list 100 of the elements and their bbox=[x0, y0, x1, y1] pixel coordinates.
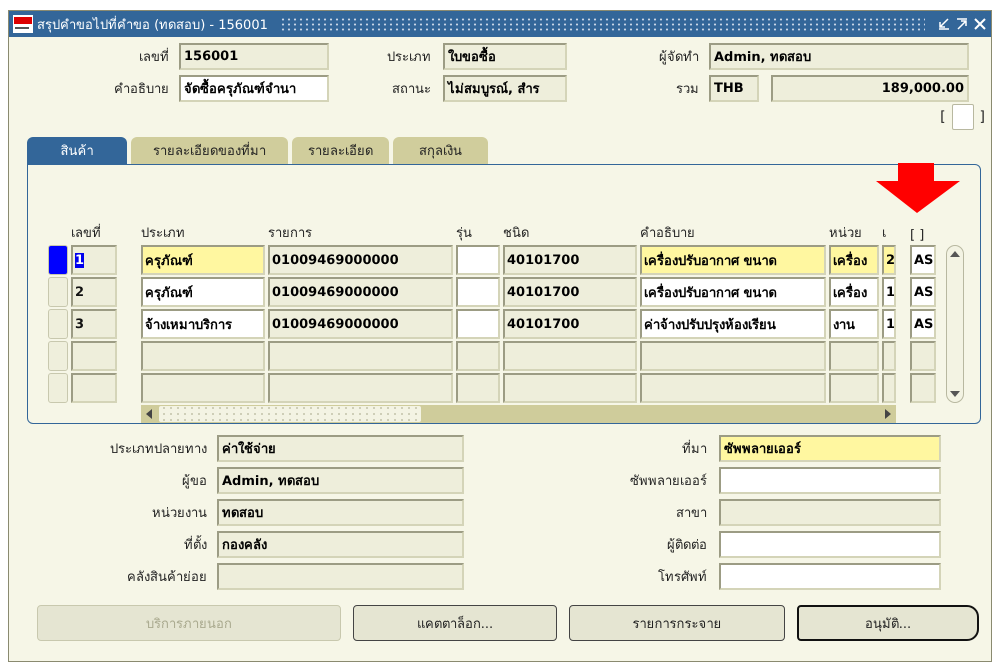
table-cell[interactable] bbox=[640, 373, 826, 403]
text-field[interactable] bbox=[719, 562, 941, 590]
table-cell[interactable]: 01009469000000 bbox=[268, 245, 453, 275]
table-cell[interactable] bbox=[456, 373, 500, 403]
table-cell[interactable] bbox=[456, 245, 500, 275]
table-cell[interactable]: จ้างเหมาบริการ bbox=[141, 309, 265, 339]
table-cell[interactable] bbox=[882, 373, 896, 403]
table-cell[interactable] bbox=[503, 373, 637, 403]
table-cell[interactable]: 40101700 bbox=[503, 245, 637, 275]
table-cell[interactable]: 2 bbox=[71, 277, 117, 307]
text-field[interactable]: ค่าใช้จ่าย bbox=[217, 434, 464, 462]
column-header: ประเภท bbox=[141, 225, 186, 243]
column-header: คำอธิบาย bbox=[640, 225, 696, 243]
text-field[interactable] bbox=[719, 466, 941, 494]
table-cell[interactable] bbox=[910, 341, 936, 371]
column-header: ชนิด bbox=[503, 225, 530, 243]
row-indicator[interactable] bbox=[48, 245, 68, 275]
checkbox[interactable] bbox=[952, 104, 974, 130]
text-field[interactable]: ไม่สมบูรณ์, สำร bbox=[443, 74, 567, 102]
tab[interactable]: สินค้า bbox=[27, 137, 127, 164]
table-cell[interactable]: ครุภัณฑ์ bbox=[141, 245, 265, 275]
field-label: คลังสินค้าย่อย bbox=[126, 568, 208, 586]
action-button[interactable]: รายการกระจาย bbox=[569, 605, 785, 641]
action-button[interactable]: อนุมัติ... bbox=[797, 605, 979, 641]
table-cell[interactable]: เครื่องปรับอากาศ ขนาด bbox=[640, 245, 826, 275]
table-cell[interactable] bbox=[141, 373, 265, 403]
horizontal-scrollbar[interactable] bbox=[141, 405, 896, 423]
field-label: ผู้ขอ bbox=[181, 472, 208, 490]
table-cell[interactable]: 1 bbox=[71, 245, 117, 275]
text-field[interactable]: ใบขอซื้อ bbox=[443, 42, 567, 70]
table-cell[interactable] bbox=[456, 277, 500, 307]
scroll-down-icon[interactable] bbox=[950, 390, 960, 398]
table-cell[interactable] bbox=[910, 373, 936, 403]
table-cell[interactable] bbox=[640, 341, 826, 371]
close-icon[interactable] bbox=[973, 17, 987, 31]
field-label: รวม bbox=[675, 80, 700, 98]
table-cell[interactable]: 1 bbox=[882, 309, 896, 339]
table-cell[interactable]: 40101700 bbox=[503, 277, 637, 307]
table-cell[interactable]: 01009469000000 bbox=[268, 309, 453, 339]
field-label: สถานะ bbox=[391, 80, 432, 98]
action-button[interactable]: แคตตาล็อก... bbox=[353, 605, 557, 641]
table-cell[interactable]: ครุภัณฑ์ bbox=[141, 277, 265, 307]
window-title: สรุปคำขอไปที่คำขอ (ทดสอบ) - 156001 bbox=[37, 14, 268, 34]
table-cell[interactable]: งาน bbox=[829, 309, 879, 339]
text-field[interactable]: THB bbox=[709, 74, 759, 102]
table-cell[interactable] bbox=[829, 341, 879, 371]
column-header: เ bbox=[882, 225, 887, 243]
table-cell[interactable]: 40101700 bbox=[503, 309, 637, 339]
maximize-icon[interactable] bbox=[955, 17, 969, 31]
table-cell[interactable] bbox=[71, 341, 117, 371]
text-field[interactable]: กองคลัง bbox=[217, 530, 464, 558]
vertical-scrollbar[interactable] bbox=[946, 245, 964, 403]
column-header: รุ่น bbox=[456, 225, 473, 243]
table-cell[interactable]: เครื่อง bbox=[829, 277, 879, 307]
field-label: ประเภท bbox=[386, 48, 432, 66]
text-field[interactable] bbox=[719, 498, 941, 526]
text-field[interactable]: จัดซื้อครุภัณฑ์จำนา bbox=[179, 74, 329, 102]
table-cell[interactable] bbox=[829, 373, 879, 403]
field-label: โทรศัพท์ bbox=[657, 568, 708, 586]
tab[interactable]: รายละเอียด bbox=[292, 137, 389, 164]
table-cell[interactable]: เครื่องปรับอากาศ ขนาด bbox=[640, 277, 826, 307]
scroll-left-icon[interactable] bbox=[145, 409, 153, 419]
field-label: ผู้ติดต่อ bbox=[666, 536, 708, 554]
text-field[interactable]: 189,000.00 bbox=[771, 74, 969, 102]
bracket: [ bbox=[940, 109, 946, 125]
table-cell[interactable]: 2 bbox=[882, 245, 896, 275]
text-field[interactable]: ซัพพลายเออร์ bbox=[719, 434, 941, 462]
field-label: ที่มา bbox=[681, 438, 708, 458]
text-field[interactable]: ทดสอบ bbox=[217, 498, 464, 526]
table-cell[interactable]: 01009469000000 bbox=[268, 277, 453, 307]
table-cell[interactable]: 1 bbox=[882, 277, 896, 307]
scroll-right-icon[interactable] bbox=[884, 409, 892, 419]
tab[interactable]: สกุลเงิน bbox=[393, 137, 488, 164]
table-cell[interactable] bbox=[503, 341, 637, 371]
table-cell[interactable] bbox=[268, 341, 453, 371]
column-header: เลขที่ bbox=[71, 222, 117, 243]
minimize-icon[interactable] bbox=[937, 17, 951, 31]
scroll-up-icon[interactable] bbox=[950, 250, 960, 258]
table-cell[interactable]: 3 bbox=[71, 309, 117, 339]
text-field[interactable] bbox=[719, 530, 941, 558]
table-cell[interactable] bbox=[71, 373, 117, 403]
table-cell[interactable]: ค่าจ้างปรับปรุงห้องเรียน bbox=[640, 309, 826, 339]
table-cell[interactable]: AS bbox=[910, 309, 936, 339]
field-label: คำอธิบาย bbox=[113, 80, 170, 98]
text-field[interactable]: Admin, ทดสอบ bbox=[217, 466, 464, 494]
table-cell[interactable]: AS bbox=[910, 277, 936, 307]
text-field[interactable]: Admin, ทดสอบ bbox=[709, 42, 969, 70]
table-cell[interactable] bbox=[456, 309, 500, 339]
table-cell[interactable]: เครื่อง bbox=[829, 245, 879, 275]
table-cell[interactable]: AS bbox=[910, 245, 936, 275]
table-cell[interactable] bbox=[882, 341, 896, 371]
tab[interactable]: รายละเอียดของที่มา bbox=[131, 137, 288, 164]
table-cell[interactable] bbox=[268, 373, 453, 403]
field-label: เลขที่ bbox=[138, 46, 170, 66]
table-cell[interactable] bbox=[456, 341, 500, 371]
column-header: หน่วย bbox=[829, 225, 863, 243]
text-field[interactable]: 156001 bbox=[179, 42, 329, 70]
field-label: สาขา bbox=[675, 504, 708, 522]
table-cell[interactable] bbox=[141, 341, 265, 371]
text-field[interactable] bbox=[217, 562, 464, 590]
